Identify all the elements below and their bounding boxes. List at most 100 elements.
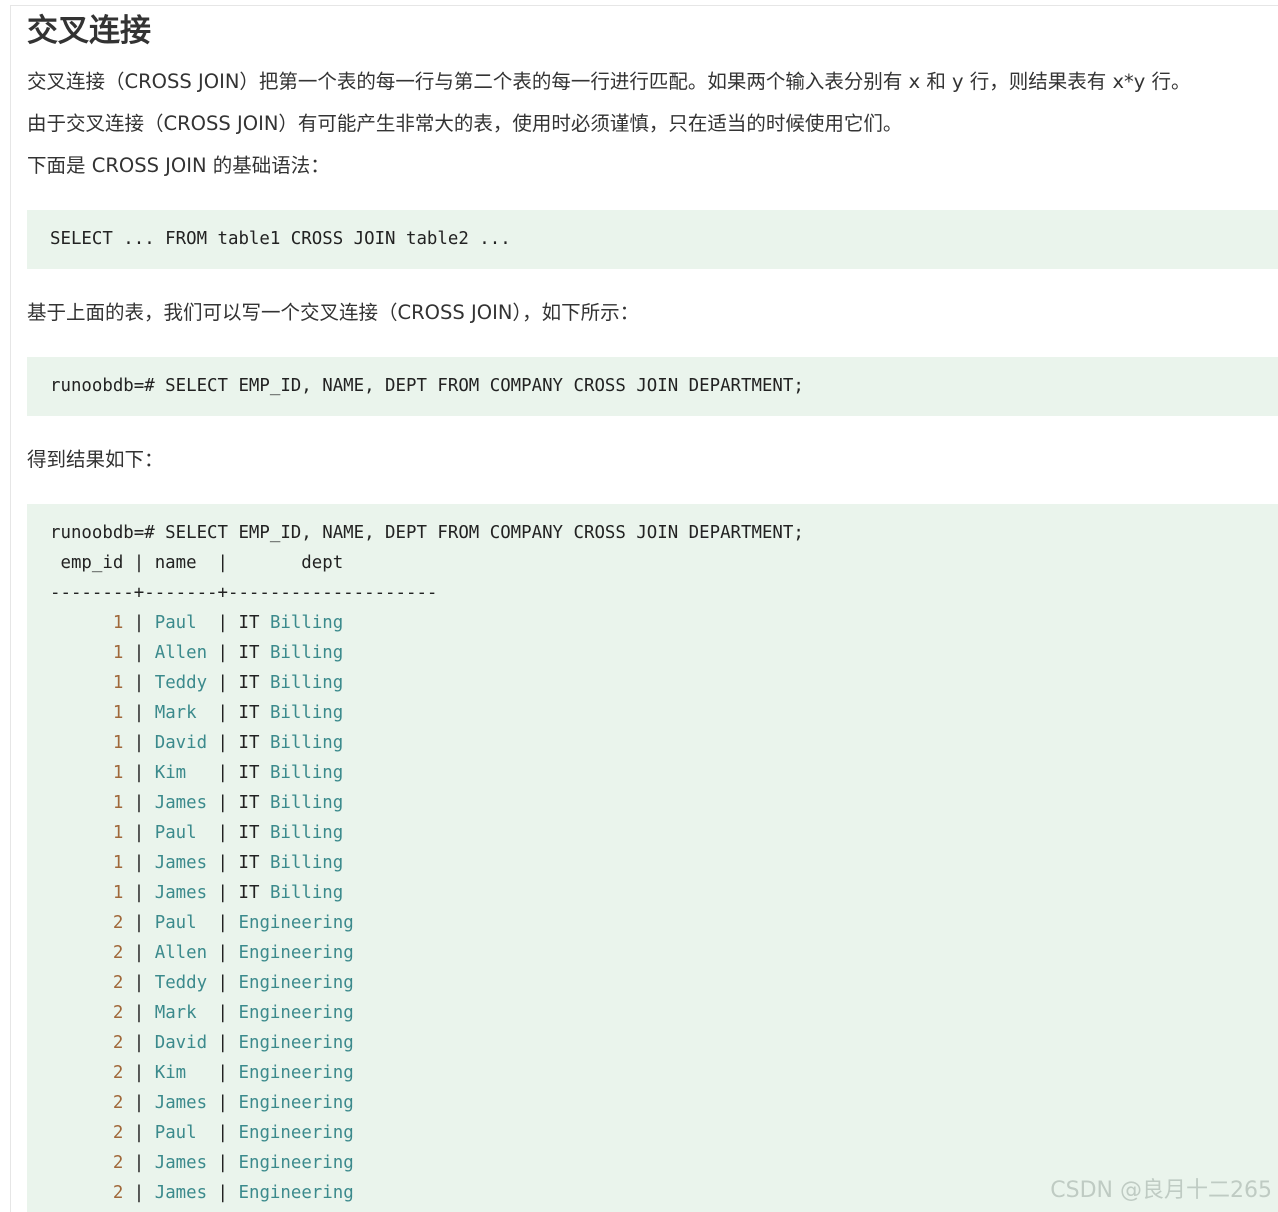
result-row: 1 | James | IT Billing — [50, 883, 344, 903]
syntax-code-block: SELECT ... FROM table1 CROSS JOIN table2… — [27, 210, 1278, 269]
cell-name: Paul — [154, 823, 208, 843]
paragraph-cross-join-intro: 交叉连接（CROSS JOIN）把第一个表的每一行与第二个表的每一行进行匹配。如… — [27, 70, 1191, 93]
cell-name: Paul — [154, 613, 208, 633]
cell-dept: Billing — [269, 673, 344, 693]
cell-dept: Billing — [269, 823, 344, 843]
cell-name: James — [154, 1183, 208, 1203]
cell-dept: Engineering — [238, 1123, 354, 1143]
cell-dept-prefix: IT — [238, 643, 260, 663]
cell-name: James — [154, 1093, 208, 1113]
paragraph-result-intro: 得到结果如下： — [27, 448, 164, 471]
cell-name: James — [154, 1153, 208, 1173]
cell-dept: Billing — [269, 613, 344, 633]
cell-emp-id: 1 — [50, 673, 124, 693]
top-divider — [10, 5, 1278, 6]
cell-dept-prefix: IT — [238, 823, 260, 843]
result-row: 1 | Allen | IT Billing — [50, 643, 344, 663]
cell-dept-prefix: IT — [238, 613, 260, 633]
cell-emp-id: 2 — [50, 1183, 124, 1203]
cell-dept-prefix: IT — [238, 883, 260, 903]
cell-dept: Billing — [269, 733, 344, 753]
cell-emp-id: 1 — [50, 763, 124, 783]
cell-emp-id: 1 — [50, 823, 124, 843]
cell-dept: Engineering — [238, 1033, 354, 1053]
result-row: 1 | Teddy | IT Billing — [50, 673, 344, 693]
result-command-line: runoobdb=# SELECT EMP_ID, NAME, DEPT FRO… — [50, 523, 804, 543]
cell-dept: Billing — [269, 703, 344, 723]
cell-dept: Engineering — [238, 1063, 354, 1083]
section-title: 交叉连接 — [27, 13, 151, 49]
cell-dept: Engineering — [238, 1003, 354, 1023]
cell-dept: Engineering — [238, 1093, 354, 1113]
result-row: 2 | Allen | Engineering — [50, 943, 354, 963]
result-row: 2 | Paul | Engineering — [50, 1123, 354, 1143]
cell-name: Allen — [154, 643, 208, 663]
cell-emp-id: 1 — [50, 793, 124, 813]
csdn-watermark: CSDN @良月十二265 — [1050, 1178, 1272, 1203]
cell-name: James — [154, 793, 208, 813]
query-code-block: runoobdb=# SELECT EMP_ID, NAME, DEPT FRO… — [27, 357, 1278, 416]
cell-name: James — [154, 853, 208, 873]
cell-emp-id: 2 — [50, 1093, 124, 1113]
cell-emp-id: 2 — [50, 1153, 124, 1173]
cell-name: Kim — [154, 1063, 208, 1083]
result-row: 1 | Paul | IT Billing — [50, 613, 344, 633]
cell-dept-prefix: IT — [238, 733, 260, 753]
cell-emp-id: 2 — [50, 1003, 124, 1023]
cell-emp-id: 1 — [50, 643, 124, 663]
result-rows: 1 | Paul | IT Billing 1 | Allen | IT Bil… — [50, 608, 1278, 1208]
cell-emp-id: 1 — [50, 883, 124, 903]
cell-name: Teddy — [154, 673, 208, 693]
cell-name: Paul — [154, 1123, 208, 1143]
result-row: 1 | Paul | IT Billing — [50, 823, 344, 843]
result-header-line: emp_id | name | dept — [50, 553, 344, 573]
cell-dept-prefix: IT — [238, 853, 260, 873]
cell-emp-id: 1 — [50, 703, 124, 723]
result-row: 1 | David | IT Billing — [50, 733, 344, 753]
cell-name: James — [154, 883, 208, 903]
left-divider — [10, 6, 11, 1212]
cell-emp-id: 1 — [50, 613, 124, 633]
result-row: 2 | Teddy | Engineering — [50, 973, 354, 993]
cell-emp-id: 2 — [50, 1123, 124, 1143]
result-row: 1 | Mark | IT Billing — [50, 703, 344, 723]
cell-emp-id: 2 — [50, 913, 124, 933]
cell-emp-id: 2 — [50, 943, 124, 963]
cell-name: David — [154, 1033, 208, 1053]
cell-dept-prefix: IT — [238, 703, 260, 723]
cell-emp-id: 2 — [50, 1033, 124, 1053]
cell-dept-prefix: IT — [238, 673, 260, 693]
result-row: 2 | David | Engineering — [50, 1033, 354, 1053]
paragraph-example-intro: 基于上面的表，我们可以写一个交叉连接（CROSS JOIN），如下所示： — [27, 301, 640, 324]
cell-name: Allen — [154, 943, 208, 963]
cell-name: Mark — [154, 1003, 208, 1023]
cell-dept: Engineering — [238, 973, 354, 993]
cell-dept: Billing — [269, 883, 344, 903]
cell-name: Paul — [154, 913, 208, 933]
cell-name: David — [154, 733, 208, 753]
cell-dept: Engineering — [238, 913, 354, 933]
cell-dept-prefix: IT — [238, 763, 260, 783]
cell-emp-id: 1 — [50, 853, 124, 873]
result-row: 2 | James | Engineering — [50, 1093, 354, 1113]
cell-name: Mark — [154, 703, 208, 723]
cell-dept: Billing — [269, 763, 344, 783]
code-line: SELECT ... FROM table1 CROSS JOIN table2… — [50, 229, 511, 249]
cell-dept: Billing — [269, 793, 344, 813]
result-row: 1 | Kim | IT Billing — [50, 763, 344, 783]
cell-dept: Billing — [269, 853, 344, 873]
cell-dept-prefix: IT — [238, 793, 260, 813]
cell-dept: Engineering — [238, 943, 354, 963]
result-row: 2 | Paul | Engineering — [50, 913, 354, 933]
code-line: runoobdb=# SELECT EMP_ID, NAME, DEPT FRO… — [50, 376, 804, 396]
cell-emp-id: 2 — [50, 1063, 124, 1083]
cell-dept: Billing — [269, 643, 344, 663]
result-code-block: runoobdb=# SELECT EMP_ID, NAME, DEPT FRO… — [27, 504, 1278, 1212]
cell-dept: Engineering — [238, 1183, 354, 1203]
result-row: 1 | James | IT Billing — [50, 853, 344, 873]
paragraph-caution: 由于交叉连接（CROSS JOIN）有可能产生非常大的表，使用时必须谨慎，只在适… — [27, 112, 903, 135]
cell-dept: Engineering — [238, 1153, 354, 1173]
cell-emp-id: 1 — [50, 733, 124, 753]
result-row: 1 | James | IT Billing — [50, 793, 344, 813]
cell-name: Kim — [154, 763, 208, 783]
